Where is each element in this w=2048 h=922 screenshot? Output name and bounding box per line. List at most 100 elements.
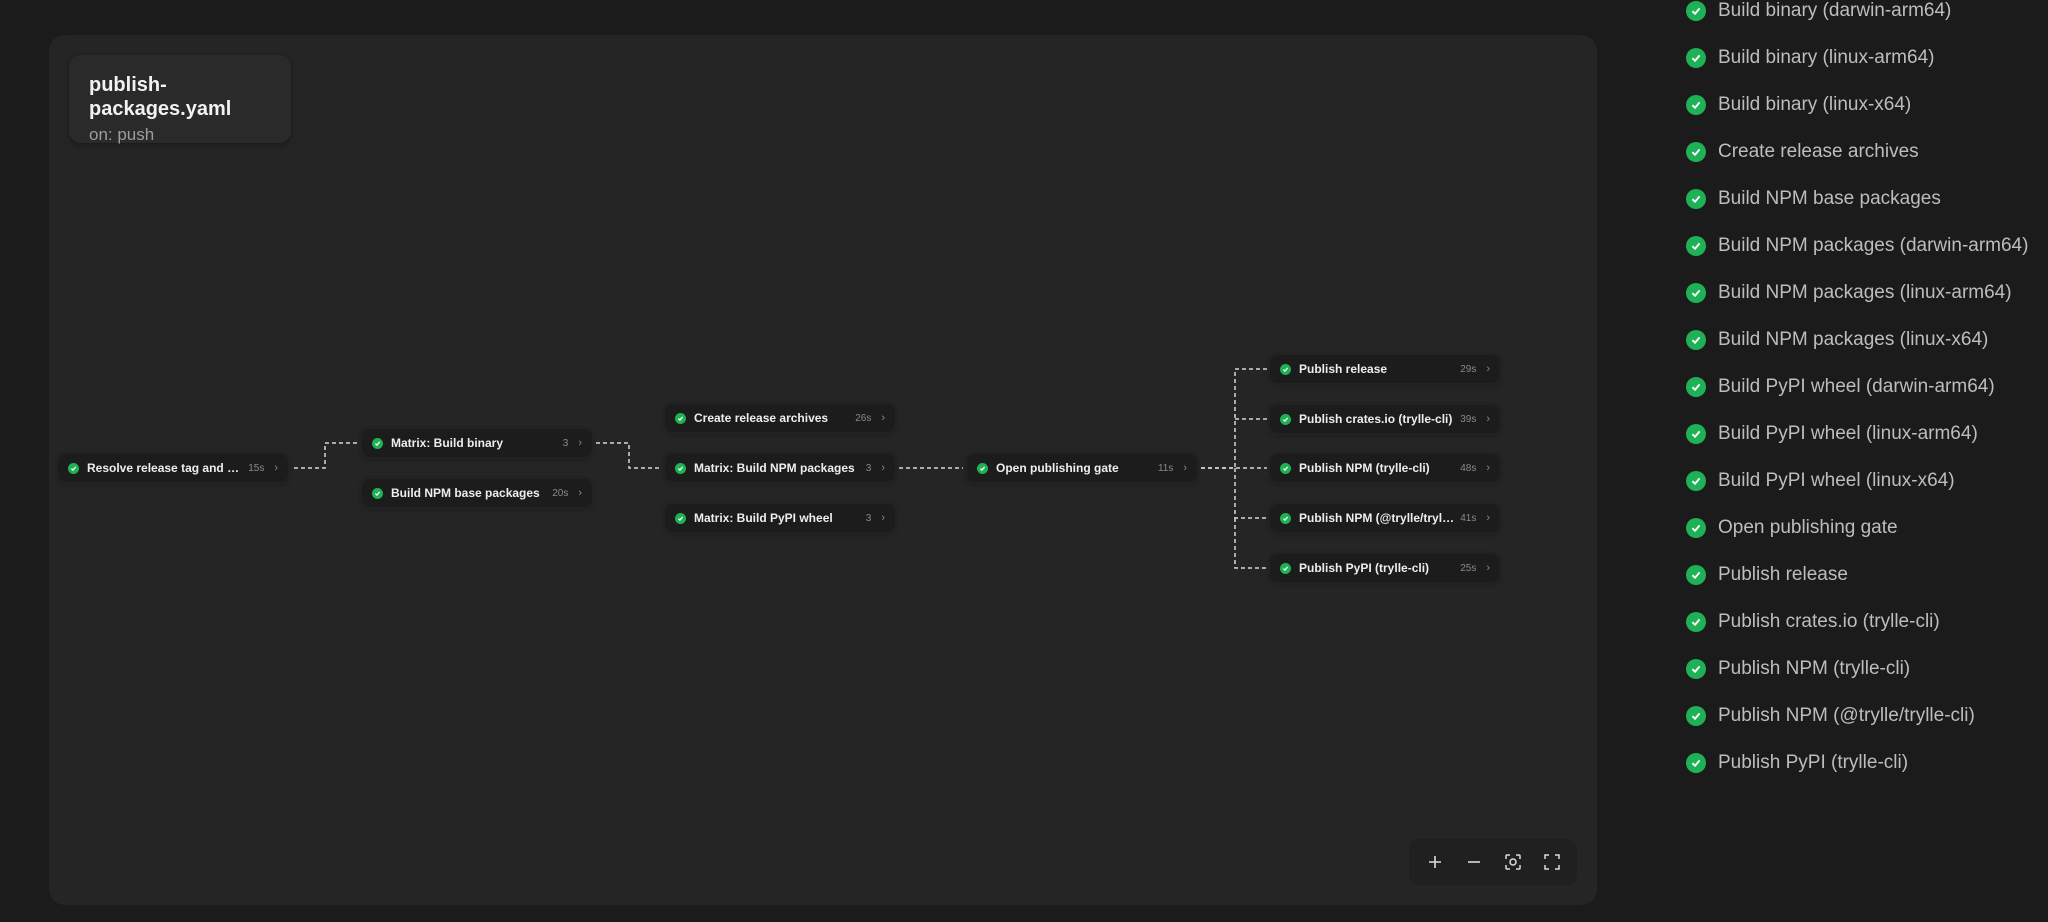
job-list-item[interactable]: Build PyPI wheel (linux-x64)	[1686, 466, 1955, 496]
job-duration: 20s	[552, 487, 569, 499]
chevron-right-icon: ›	[881, 512, 885, 524]
job-list-item[interactable]: Build NPM packages (linux-arm64)	[1686, 278, 2012, 308]
success-check-icon	[1686, 142, 1706, 162]
job-list-label: Publish NPM (trylle-cli)	[1718, 658, 1911, 679]
success-check-icon	[372, 437, 383, 449]
success-check-icon	[1686, 471, 1706, 491]
job-duration: 26s	[855, 412, 872, 424]
edge-gate-to-publish-pypi	[1234, 518, 1267, 569]
job-node-label: Resolve release tag and ver...	[87, 461, 243, 475]
graph-view-controls	[1409, 839, 1577, 885]
success-check-icon	[1686, 706, 1706, 726]
job-duration: 29s	[1460, 363, 1477, 375]
success-check-icon	[1686, 330, 1706, 350]
zoom-in-icon	[1428, 856, 1441, 868]
zoom-out-button[interactable]	[1458, 846, 1490, 878]
chevron-right-icon: ›	[881, 412, 885, 424]
job-duration: 39s	[1460, 413, 1477, 425]
success-check-icon	[372, 487, 383, 499]
job-node-publish-npm-cli[interactable]: Publish NPM (trylle-cli) 48s ›	[1270, 454, 1500, 482]
success-check-icon	[1686, 565, 1706, 585]
job-node-label: Publish NPM (trylle-cli)	[1299, 461, 1430, 475]
job-list-item[interactable]: Build NPM packages (darwin-arm64)	[1686, 231, 2028, 261]
job-duration: 15s	[248, 462, 265, 474]
chevron-right-icon: ›	[1486, 413, 1490, 425]
edge-gate-to-publish-npm-scoped	[1234, 468, 1267, 519]
job-node-label: Matrix: Build NPM packages	[694, 461, 855, 475]
job-node-publish-pypi[interactable]: Publish PyPI (trylle-cli) 25s ›	[1270, 554, 1500, 582]
job-list-label: Build PyPI wheel (linux-x64)	[1718, 470, 1955, 491]
job-node-label: Publish release	[1299, 362, 1388, 376]
job-list-item[interactable]: Build binary (darwin-arm64)	[1686, 0, 1951, 26]
job-node-matrix-build-binary[interactable]: Matrix: Build binary 3 ›	[362, 429, 592, 457]
job-node-label: Publish NPM (@trylle/trylle-...	[1299, 511, 1455, 525]
job-node-build-npm-base-packages[interactable]: Build NPM base packages 20s ›	[362, 479, 592, 507]
job-list-item[interactable]: Build binary (linux-x64)	[1686, 90, 1911, 120]
job-list-item[interactable]: Publish release	[1686, 560, 1848, 590]
job-list-label: Build binary (linux-x64)	[1718, 94, 1912, 115]
chevron-right-icon: ›	[1486, 562, 1490, 574]
job-list-item[interactable]: Publish NPM (@trylle/trylle-cli)	[1686, 701, 1975, 731]
success-check-icon	[1686, 753, 1706, 773]
success-check-icon	[1686, 659, 1706, 679]
chevron-right-icon: ›	[1486, 462, 1490, 474]
job-list-label: Build PyPI wheel (linux-arm64)	[1718, 423, 1978, 444]
success-check-icon	[1686, 95, 1706, 115]
job-node-matrix-build-pypi-wheel[interactable]: Matrix: Build PyPI wheel 3 ›	[665, 504, 895, 532]
success-check-icon	[1686, 189, 1706, 209]
success-check-icon	[1686, 283, 1706, 303]
zoom-out-icon	[1467, 861, 1480, 863]
success-check-icon	[1280, 512, 1291, 524]
matrix-count: 3	[865, 462, 872, 474]
job-list-item[interactable]: Build NPM base packages	[1686, 184, 1941, 214]
fit-view-button[interactable]	[1497, 846, 1529, 878]
chevron-right-icon: ›	[1486, 363, 1490, 375]
job-list-item[interactable]: Build PyPI wheel (darwin-arm64)	[1686, 372, 1995, 402]
zoom-in-button[interactable]	[1419, 846, 1451, 878]
job-node-label: Open publishing gate	[996, 461, 1119, 475]
job-list-item[interactable]: Build PyPI wheel (linux-arm64)	[1686, 419, 1978, 449]
job-node-resolve[interactable]: Resolve release tag and ver... 15s ›	[58, 454, 288, 482]
success-check-icon	[1686, 612, 1706, 632]
success-check-icon	[977, 462, 988, 474]
job-node-open-publishing-gate[interactable]: Open publishing gate 11s ›	[967, 454, 1197, 482]
job-list-label: Publish release	[1718, 564, 1848, 585]
job-list-item[interactable]: Open publishing gate	[1686, 513, 1898, 543]
success-check-icon	[68, 462, 79, 474]
workflow-graph-canvas[interactable]: publish-packages.yaml on: push Resolve r…	[49, 35, 1597, 905]
job-list-item[interactable]: Build binary (linux-arm64)	[1686, 43, 1934, 73]
job-duration: 11s	[1157, 462, 1174, 474]
job-node-label: Publish crates.io (trylle-cli)	[1299, 412, 1453, 426]
job-node-publish-crates[interactable]: Publish crates.io (trylle-cli) 39s ›	[1270, 405, 1500, 433]
job-list-item[interactable]: Publish PyPI (trylle-cli)	[1686, 748, 1908, 778]
chevron-right-icon: ›	[274, 462, 278, 474]
job-list-label: Build NPM packages (linux-x64)	[1718, 329, 1989, 350]
job-duration: 48s	[1460, 462, 1477, 474]
job-node-publish-release[interactable]: Publish release 29s ›	[1270, 355, 1500, 383]
job-node-label: Create release archives	[694, 411, 829, 425]
job-duration: 41s	[1460, 512, 1477, 524]
job-node-matrix-build-npm-packages[interactable]: Matrix: Build NPM packages 3 ›	[665, 454, 895, 482]
job-list-item[interactable]: Publish crates.io (trylle-cli)	[1686, 607, 1940, 637]
success-check-icon	[675, 412, 686, 424]
success-check-icon	[1686, 236, 1706, 256]
job-list-item[interactable]: Create release archives	[1686, 137, 1919, 167]
fullscreen-button[interactable]	[1536, 846, 1568, 878]
job-node-label: Matrix: Build binary	[391, 436, 504, 450]
job-list-item[interactable]: Publish NPM (trylle-cli)	[1686, 654, 1910, 684]
job-node-create-release-archives[interactable]: Create release archives 26s ›	[665, 404, 895, 432]
success-check-icon	[1686, 48, 1706, 68]
job-list-label: Build NPM packages (darwin-arm64)	[1718, 235, 2029, 256]
job-node-label: Publish PyPI (trylle-cli)	[1299, 561, 1430, 575]
success-check-icon	[1686, 1, 1706, 21]
job-list-label: Build binary (linux-arm64)	[1718, 47, 1935, 68]
job-list-item[interactable]: Build NPM packages (linux-x64)	[1686, 325, 1988, 355]
chevron-right-icon: ›	[1183, 462, 1187, 474]
chevron-right-icon: ›	[578, 437, 582, 449]
job-node-publish-npm-scoped[interactable]: Publish NPM (@trylle/trylle-... 41s ›	[1270, 504, 1500, 532]
success-check-icon	[1280, 462, 1291, 474]
success-check-icon	[675, 512, 686, 524]
job-node-label: Build NPM base packages	[391, 486, 540, 500]
job-duration: 25s	[1460, 562, 1477, 574]
chevron-right-icon: ›	[881, 462, 885, 474]
